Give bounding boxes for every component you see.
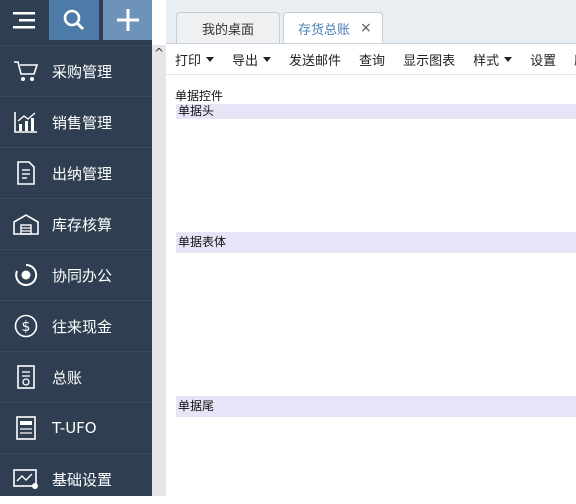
sidebar: 采购管理 销售管理 出纳管理 库存核算 协同办公 $ 往来现金 总账 T-UFO… xyxy=(0,0,153,496)
sidebar-item-inventory[interactable]: 库存核算 xyxy=(0,198,152,249)
document-body-label: 单据表体 xyxy=(178,235,227,249)
style-menu-button[interactable]: 样式 xyxy=(473,50,513,69)
sidebar-item-settings[interactable]: 基础设置 xyxy=(0,453,152,504)
document-content: 单据控件 单据头 单据表体 单据尾 xyxy=(166,75,576,496)
export-label: 导出 xyxy=(232,53,259,69)
add-button[interactable] xyxy=(103,0,153,40)
settings-chart-icon xyxy=(0,467,52,491)
show-chart-button[interactable]: 显示图表 xyxy=(403,50,455,69)
sidebar-item-label: 库存核算 xyxy=(52,215,113,234)
dollar-coin-icon: $ xyxy=(0,313,52,339)
plus-icon xyxy=(116,9,139,31)
tab-label: 存货总账 xyxy=(298,22,351,38)
sidebar-item-cashier[interactable]: 出纳管理 xyxy=(0,147,152,198)
query-button[interactable]: 查询 xyxy=(359,50,385,69)
cashier-document-icon xyxy=(0,160,52,186)
menu-button[interactable] xyxy=(0,0,48,40)
ledger-icon xyxy=(0,364,52,390)
sidebar-item-label: 总账 xyxy=(52,368,83,387)
print-label: 打印 xyxy=(175,53,202,69)
tab-label: 我的桌面 xyxy=(201,22,254,38)
sidebar-item-label: 出纳管理 xyxy=(52,164,113,183)
export-menu-button[interactable]: 导出 xyxy=(232,50,272,69)
settings-button[interactable]: 设置 xyxy=(530,50,556,69)
sidebar-item-label: 基础设置 xyxy=(52,470,113,489)
document-header-band[interactable]: 单据头 xyxy=(176,104,576,119)
document-header-label: 单据头 xyxy=(178,104,215,118)
warehouse-icon xyxy=(0,212,52,236)
sales-chart-icon xyxy=(0,110,52,134)
svg-text:$: $ xyxy=(22,319,31,335)
tab-bar: 我的桌面 存货总账 × xyxy=(166,0,576,44)
sidebar-item-label: T-UFO xyxy=(52,419,97,437)
sidebar-item-tufo[interactable]: T-UFO xyxy=(0,402,152,453)
menu-icon xyxy=(12,12,35,29)
sidebar-item-label: 销售管理 xyxy=(52,113,113,132)
document-body-band[interactable]: 单据表体 xyxy=(176,232,576,253)
chevron-down-icon xyxy=(263,56,272,62)
sidebar-item-collaboration[interactable]: 协同办公 xyxy=(0,249,152,300)
toolbar: 打印 导出 发送邮件 查询 显示图表 样式 设置 刷新 xyxy=(166,44,576,75)
style-label: 样式 xyxy=(473,53,500,69)
shopping-cart-icon xyxy=(0,59,52,83)
search-button[interactable] xyxy=(49,0,100,40)
tufo-report-icon xyxy=(0,415,52,441)
sidebar-item-purchase[interactable]: 采购管理 xyxy=(0,45,152,96)
chevron-down-icon xyxy=(504,56,513,62)
collaboration-icon xyxy=(0,262,52,288)
sidebar-top-buttons xyxy=(0,0,153,45)
sidebar-item-sales[interactable]: 销售管理 xyxy=(0,96,152,147)
document-footer-label: 单据尾 xyxy=(178,399,215,413)
tab-inventory-ledger[interactable]: 存货总账 × xyxy=(283,12,383,43)
sidebar-item-label: 协同办公 xyxy=(52,266,113,285)
tab-my-desktop[interactable]: 我的桌面 xyxy=(176,12,280,43)
sidebar-item-ledger[interactable]: 总账 xyxy=(0,351,152,402)
search-icon xyxy=(63,9,85,31)
print-menu-button[interactable]: 打印 xyxy=(175,50,215,69)
document-control-label: 单据控件 xyxy=(175,89,224,103)
sidebar-item-label: 采购管理 xyxy=(52,62,113,81)
scroll-up-arrow[interactable]: ^ xyxy=(152,45,166,60)
chevron-down-icon xyxy=(206,56,215,62)
document-footer-band[interactable]: 单据尾 xyxy=(176,396,576,417)
send-mail-button[interactable]: 发送邮件 xyxy=(289,50,341,69)
close-icon[interactable]: × xyxy=(360,20,372,36)
sidebar-scrollbar[interactable] xyxy=(152,45,166,496)
sidebar-item-label: 往来现金 xyxy=(52,317,113,336)
sidebar-item-cash[interactable]: $ 往来现金 xyxy=(0,300,152,351)
